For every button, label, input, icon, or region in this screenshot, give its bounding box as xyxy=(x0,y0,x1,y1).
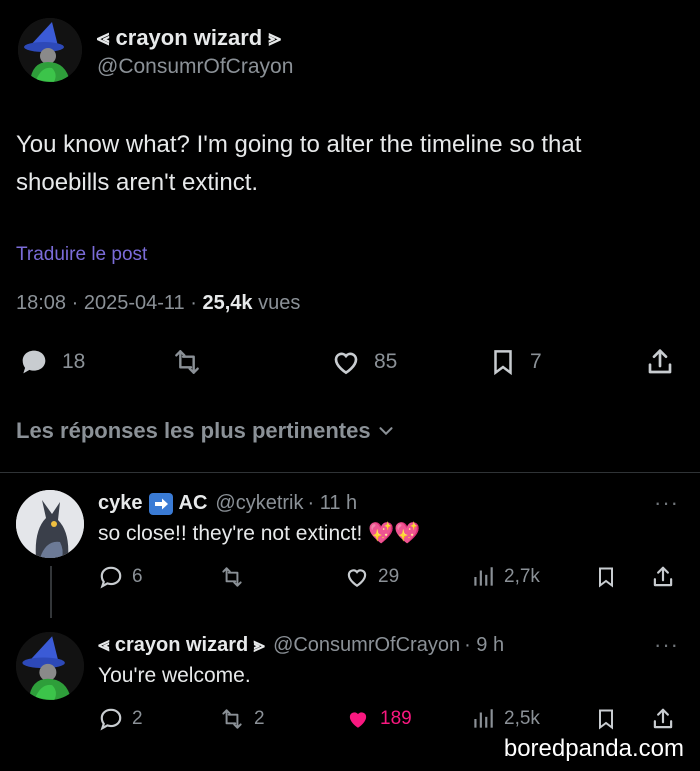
reply-author: cyke AC @cyketrik · 11 h xyxy=(98,492,357,515)
more-options-icon[interactable]: ··· xyxy=(654,632,679,658)
share-button[interactable] xyxy=(644,346,676,378)
bookmark-button[interactable] xyxy=(594,706,618,732)
view-count: 2,5k xyxy=(504,708,540,729)
separator: · xyxy=(71,292,84,314)
repost-button[interactable] xyxy=(170,346,204,378)
divider xyxy=(0,472,700,473)
views-count: 25,4k xyxy=(202,292,253,314)
reply-icon xyxy=(100,708,122,731)
share-icon xyxy=(653,566,673,587)
repost-icon xyxy=(175,350,199,374)
translate-link[interactable]: Traduire le post xyxy=(16,244,147,266)
post-date[interactable]: 2025-04-11 xyxy=(84,292,185,314)
bookmark-icon xyxy=(494,350,512,376)
repost-icon xyxy=(222,709,242,729)
avatar[interactable] xyxy=(16,490,84,558)
share-button[interactable] xyxy=(650,564,676,590)
repost-button[interactable]: 2 xyxy=(218,706,265,732)
repost-count: 2 xyxy=(254,708,265,729)
bookmark-button[interactable]: 7 xyxy=(488,346,542,378)
like-button[interactable]: 85 xyxy=(330,346,397,378)
separator: · xyxy=(190,292,203,314)
reply-display-name[interactable]: cyke xyxy=(98,492,143,515)
bookmark-count: 7 xyxy=(530,350,542,373)
post-time[interactable]: 18:08 xyxy=(16,292,66,314)
reply-icon xyxy=(22,350,46,374)
reply-time[interactable]: · 11 h xyxy=(307,492,357,515)
repost-button[interactable] xyxy=(218,564,254,590)
reply-display-name[interactable]: ⪡ crayon wizard ⪢ xyxy=(98,634,265,657)
watermark: boredpanda.com xyxy=(503,735,684,762)
like-count: 85 xyxy=(374,350,398,373)
reply-button[interactable]: 6 xyxy=(98,564,143,590)
reply-button[interactable]: 2 xyxy=(98,706,143,732)
bookmark-button[interactable] xyxy=(594,564,618,590)
heart-filled-icon xyxy=(349,712,367,728)
replies-sort-selector[interactable]: Les réponses les plus pertinentes xyxy=(16,418,397,444)
views-button[interactable]: 2,5k xyxy=(470,706,540,732)
reply-text: so close!! they're not extinct! 💖💖 xyxy=(98,522,421,545)
share-icon xyxy=(648,349,672,374)
view-count: 2,7k xyxy=(504,566,540,587)
heart-icon xyxy=(334,352,358,375)
display-name[interactable]: ⪡ crayon wizard ⪢ xyxy=(97,25,281,51)
heart-icon xyxy=(347,569,367,587)
share-button[interactable] xyxy=(650,706,676,732)
reply-count: 2 xyxy=(132,708,143,729)
bar-chart-icon xyxy=(474,567,493,586)
reply-button[interactable]: 18 xyxy=(18,346,85,378)
share-icon xyxy=(653,708,673,729)
user-handle[interactable]: @ConsumrOfCrayon xyxy=(97,55,293,79)
like-button[interactable]: 29 xyxy=(344,564,399,590)
repost-icon xyxy=(222,567,242,587)
views-label: vues xyxy=(258,292,301,314)
post-metadata: 18:08 · 2025-04-11 · 25,4k vues xyxy=(16,292,300,315)
reply-handle[interactable]: @cyketrik xyxy=(215,492,303,515)
bookmark-icon xyxy=(599,567,613,588)
more-options-icon[interactable]: ··· xyxy=(654,490,679,516)
like-count: 189 xyxy=(380,708,412,729)
bookmark-icon xyxy=(599,709,613,730)
sort-label: Les réponses les plus pertinentes xyxy=(16,418,371,443)
avatar[interactable] xyxy=(18,18,82,82)
like-count: 29 xyxy=(378,566,400,587)
reply-time[interactable]: · 9 h xyxy=(464,634,504,657)
reply-text: You're welcome. xyxy=(98,664,251,687)
reply-icon xyxy=(100,566,122,589)
reply-author: ⪡ crayon wizard ⪢ @ConsumrOfCrayon · 9 h xyxy=(98,634,504,657)
post-text: You know what? I'm going to alter the ti… xyxy=(16,131,582,196)
like-button[interactable]: 189 xyxy=(344,706,412,732)
thread-line xyxy=(50,566,52,618)
reply-count: 6 xyxy=(132,566,143,587)
bar-chart-icon xyxy=(474,709,493,728)
reply-handle[interactable]: @ConsumrOfCrayon xyxy=(273,634,460,657)
reply-count: 18 xyxy=(62,350,86,373)
arrow-right-emoji-icon xyxy=(148,492,173,515)
reply-name-suffix[interactable]: AC xyxy=(179,492,208,515)
avatar[interactable] xyxy=(16,632,84,700)
views-button[interactable]: 2,7k xyxy=(470,564,540,590)
chevron-down-icon xyxy=(379,427,393,436)
